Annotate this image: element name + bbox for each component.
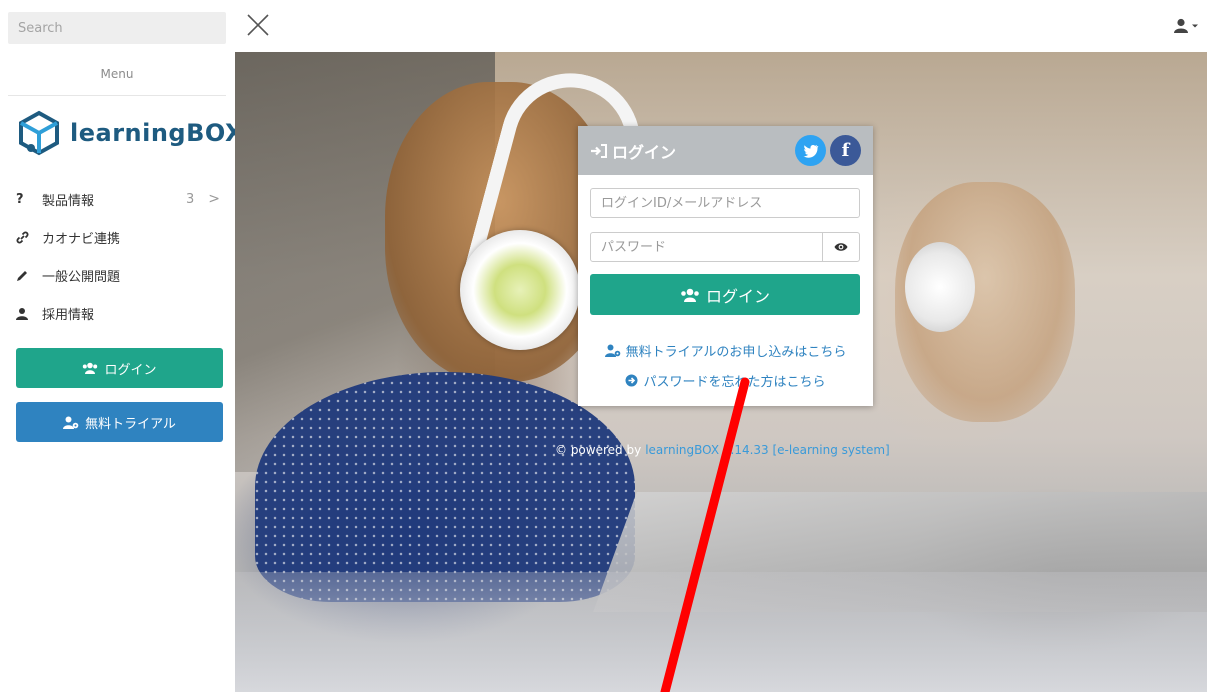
free-trial-link-label: 無料トライアルのお申し込みはこちら [625,345,847,360]
login-submit-button[interactable]: ログイン [590,274,860,315]
login-submit-label: ログイン [705,286,770,306]
learningbox-logo-icon [19,110,59,156]
forgot-password-link[interactable]: パスワードを忘れた方はこちら [578,371,873,390]
question-icon: ? [16,191,24,207]
login-id-field[interactable] [590,188,860,218]
users-icon [680,288,700,302]
login-panel-title: ログイン [612,142,677,162]
menu-title: Menu [8,56,226,96]
user-menu[interactable] [1174,18,1199,33]
sidebar-item-count: 3 [185,191,195,207]
user-gear-icon [63,416,79,429]
child-shirt [255,372,635,602]
sidebar-login-button[interactable]: ログイン [16,348,223,388]
password-field[interactable] [590,232,860,262]
arrow-circle-right-icon [625,374,638,387]
sidebar-item-product-info[interactable]: ? 製品情報 3 > [16,180,226,218]
social-links: f [791,135,861,166]
sidebar-item-recruit[interactable]: 採用情報 [16,294,226,332]
top-bar [235,0,1207,52]
sidebar-item-label: 採用情報 [42,307,95,323]
free-trial-link[interactable]: 無料トライアルのお申し込みはこちら [578,341,873,360]
twitter-icon [803,144,818,158]
forgot-password-link-label: パスワードを忘れた方はこちら [643,375,826,390]
powered-by: © powered by learningBOX 4.14.33 [e-lear… [555,443,890,457]
sign-in-icon [590,143,608,159]
sidebar-trial-button[interactable]: 無料トライアル [16,402,223,442]
sidebar-item-label: 製品情報 [42,193,95,209]
sidebar-item-kaonavi[interactable]: カオナビ連携 [16,218,226,256]
login-panel: ログイン f ログイン 無料トライアルのお申し込みはこちら パスワードを忘れた方… [578,126,873,406]
chevron-right-icon: > [208,191,220,207]
facebook-button[interactable]: f [830,135,861,166]
facebook-icon: f [841,140,850,161]
login-panel-header: ログイン f [578,126,873,175]
powered-by-text: © powered by [555,443,642,457]
users-icon [82,362,98,374]
sidebar-item-label: 一般公開問題 [42,269,121,285]
sidebar-login-label: ログイン [104,362,157,378]
sidebar: Menu learningBOX ? 製品情報 3 > カオナビ連携 一般公開問… [0,0,243,692]
background-headphone [905,242,975,332]
link-icon [16,231,34,244]
caret-down-icon [1192,24,1198,27]
user-gear-icon [604,344,621,357]
sidebar-item-label: カオナビ連携 [42,231,121,247]
user-icon [1174,18,1188,33]
sidebar-item-public-questions[interactable]: 一般公開問題 [16,256,226,294]
twitter-button[interactable] [795,135,826,166]
logo[interactable]: learningBOX [16,110,244,156]
logo-text: learningBOX [70,119,244,147]
close-icon[interactable] [245,12,271,38]
show-password-button[interactable] [822,233,859,261]
eye-icon [834,243,848,251]
sidebar-trial-label: 無料トライアル [85,416,176,432]
powered-by-link[interactable]: learningBOX 4.14.33 [e-learning system] [645,443,890,457]
search-input[interactable] [8,12,226,44]
table [235,572,1207,692]
headphone-earcup [460,230,580,350]
pencil-icon [16,269,34,282]
user-icon [16,307,34,320]
